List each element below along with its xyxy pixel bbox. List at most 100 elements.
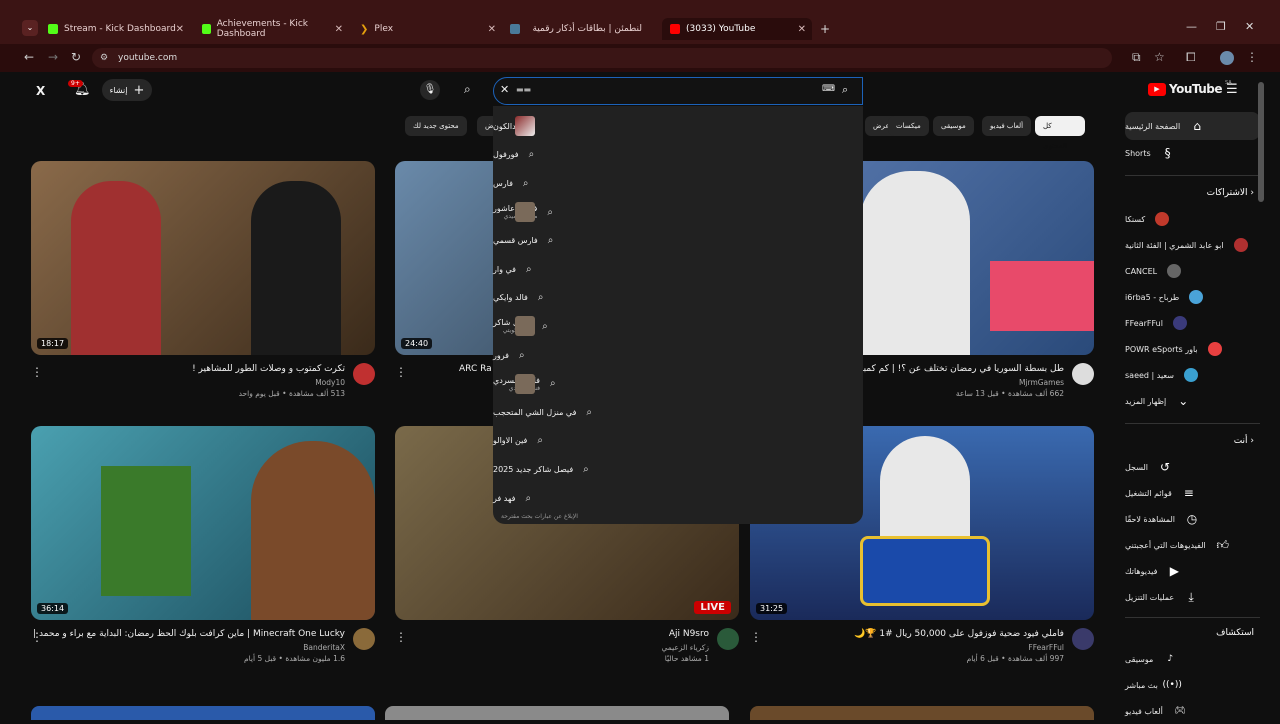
search-suggestion[interactable]: ⌕ في وار: [493, 255, 863, 284]
browser-menu-icon[interactable]: ⋮: [1246, 50, 1258, 64]
search-suggestion[interactable]: ⌕فلاح المسرديفنان سعودي: [493, 369, 863, 398]
hamburger-menu-icon[interactable]: ☰: [1226, 82, 1238, 97]
close-tab-icon[interactable]: ✕: [798, 24, 806, 35]
youtube-logo[interactable]: ▶ YouTube SA: [1148, 80, 1232, 96]
bookmark-star-icon[interactable]: ☆: [1154, 50, 1165, 64]
tab-search-icon[interactable]: ⌄: [22, 20, 38, 36]
video-thumbnail[interactable]: 36:14: [31, 426, 375, 620]
sidebar-item-home[interactable]: ⌂ الصفحة الرئيسية: [1125, 112, 1260, 140]
search-suggestion[interactable]: ⌕ فيصل شاكر جديد 2025: [493, 455, 863, 484]
create-button[interactable]: إنشاء +: [102, 79, 152, 101]
sidebar-item-explore[interactable]: ♪ موسيقى: [1125, 646, 1260, 672]
extensions-icon[interactable]: ⧠: [1186, 50, 1196, 65]
close-tab-icon[interactable]: ✕: [488, 24, 496, 35]
search-button-icon[interactable]: ⌕: [464, 82, 471, 97]
sidebar-item-explore[interactable]: 🎮︎ ألعاب فيديو: [1125, 698, 1260, 724]
search-suggestion[interactable]: ⌕ فالد وايكي: [493, 284, 863, 313]
subscriptions-list: كسنكا ابو عابد الشمري | الفئة الثانية CANC…: [1125, 206, 1260, 388]
minimize-icon[interactable]: —: [1186, 20, 1197, 33]
search-suggestion[interactable]: ⌕فيصل شاكرممثل كويتي: [493, 312, 863, 341]
browser-tab[interactable]: ❯ Plex ✕: [352, 18, 502, 40]
sidebar-subscription[interactable]: طرباح - i6rba5: [1125, 284, 1260, 310]
more-options-icon[interactable]: ⋮: [31, 365, 43, 379]
site-info-icon[interactable]: ⚙: [100, 48, 108, 68]
divider: [1125, 414, 1260, 424]
page-scrollbar[interactable]: [1258, 82, 1264, 202]
subscription-label: باور POWR eSports: [1125, 344, 1198, 354]
sidebar-subscription[interactable]: ابو عابد الشمري | الفئة الثانية: [1125, 232, 1260, 258]
search-suggestion[interactable]: ⌕ فارس قسمي: [493, 226, 863, 255]
sidebar-item-label: فيديوهاتك: [1125, 566, 1158, 576]
more-options-icon[interactable]: ⋮: [31, 630, 43, 644]
close-window-icon[interactable]: ✕: [1245, 20, 1254, 33]
url-field[interactable]: ⚙ youtube.com: [92, 48, 1112, 68]
sidebar-subscription[interactable]: باور POWR eSports: [1125, 336, 1260, 362]
search-suggestion[interactable]: ⌕ فهد فر: [493, 484, 863, 513]
report-suggestions-link[interactable]: الإبلاغ عن عبارات بحث مقترحة: [501, 513, 578, 520]
chip-all[interactable]: كل المحتوى: [1035, 116, 1085, 150]
more-options-icon[interactable]: ⋮: [750, 630, 762, 644]
channel-avatar[interactable]: [1072, 628, 1094, 650]
search-suggestion[interactable]: ⌕فارس عاشورممثل كوميدي: [493, 198, 863, 227]
restore-icon[interactable]: ❐: [1216, 20, 1226, 33]
search-icon: ⌕: [525, 263, 532, 275]
sidebar-item-you[interactable]: ▶ فيديوهاتك: [1125, 558, 1260, 584]
subscriptions-heading[interactable]: الاشتراكات ›: [1125, 182, 1260, 206]
sidebar-subscription[interactable]: CANCEL: [1125, 258, 1260, 284]
channel-avatar[interactable]: [353, 363, 375, 385]
video-thumbnail[interactable]: [750, 706, 1094, 720]
sidebar-item-explore[interactable]: ((•)) بث مباشر: [1125, 672, 1260, 698]
browser-tab[interactable]: Stream - Kick Dashboard ✕: [40, 18, 190, 40]
sidebar-item-you[interactable]: ↺ السجل: [1125, 454, 1260, 480]
search-suggestion[interactable]: ⌕دالكون: [493, 112, 863, 141]
reload-icon[interactable]: ↻: [71, 50, 81, 64]
chip[interactable]: موسيقى: [933, 116, 974, 136]
sidebar-item-you[interactable]: ≡ قوائم التشغيل: [1125, 480, 1260, 506]
you-heading[interactable]: أنت ›: [1125, 430, 1260, 454]
video-thumbnail[interactable]: [31, 706, 375, 720]
browser-tab[interactable]: ✕ لنطمئن | بطاقات أذكار رقمية: [505, 18, 660, 40]
forward-icon[interactable]: →: [48, 50, 58, 64]
sidebar-item-you[interactable]: ◷ المشاهدة لاحقًا: [1125, 506, 1260, 532]
chip[interactable]: ألعاب فيديو: [982, 116, 1032, 136]
sidebar-item-you[interactable]: ⤓ عمليات التنزيل: [1125, 584, 1260, 610]
thumbnail-figure: [71, 181, 161, 355]
back-icon[interactable]: ←: [24, 50, 34, 64]
search-input[interactable]: ✕ ▬▬ ⌨ ⌕: [493, 77, 863, 105]
browser-tab[interactable]: Achievements - Kick Dashboard ✕: [194, 18, 349, 40]
chip[interactable]: محتوى جديد لك: [405, 116, 467, 136]
browser-tab-active[interactable]: (3033) YouTube ✕: [662, 18, 812, 40]
thumbnail-graphic: [860, 536, 990, 606]
sidebar-subscription[interactable]: سعيد | saeed: [1125, 362, 1260, 388]
close-tab-icon[interactable]: ✕: [176, 24, 184, 35]
more-options-icon[interactable]: ⋮: [395, 365, 407, 379]
search-suggestion[interactable]: ⌕ فورفول: [493, 141, 863, 170]
voice-search-icon[interactable]: 🎙︎: [420, 80, 440, 100]
sidebar-subscription[interactable]: كسنكا: [1125, 206, 1260, 232]
channel-avatar[interactable]: [717, 628, 739, 650]
show-more-button[interactable]: ⌄ إظهار المزيد: [1125, 388, 1260, 414]
chip[interactable]: ميكسات: [888, 116, 929, 136]
sidebar-item-shorts[interactable]: § Shorts: [1125, 140, 1260, 166]
search-suggestion[interactable]: ⌕ فارس: [493, 169, 863, 198]
close-tab-icon[interactable]: ✕: [335, 24, 343, 35]
video-card[interactable]: 36:14 Minecraft One Lucky | ماين كرافت ب…: [31, 426, 375, 664]
channel-avatar[interactable]: [1072, 363, 1094, 385]
search-suggestion[interactable]: ⌕ فرور: [493, 341, 863, 370]
channel-avatar[interactable]: [353, 628, 375, 650]
new-tab-icon[interactable]: +: [820, 22, 830, 36]
keyboard-icon[interactable]: ⌨: [822, 84, 835, 94]
sidebar-subscription[interactable]: FFearFFul: [1125, 310, 1260, 336]
profile-avatar[interactable]: [1220, 51, 1234, 65]
video-thumbnail[interactable]: 18:17: [31, 161, 375, 355]
install-app-icon[interactable]: ⧉: [1132, 50, 1141, 65]
search-suggestion[interactable]: ⌕ فين الاوالو: [493, 427, 863, 456]
search-icon[interactable]: ⌕: [842, 83, 848, 97]
x-app-icon[interactable]: X: [36, 84, 45, 98]
search-suggestion[interactable]: ⌕ في منزل الشي المتحجب: [493, 398, 863, 427]
video-thumbnail[interactable]: [385, 706, 729, 720]
clear-search-icon[interactable]: ✕: [500, 83, 509, 96]
video-card[interactable]: 18:17 تكرت كمتوب و وصلات الطور للمشاهير …: [31, 161, 375, 399]
sidebar-item-you[interactable]: 👍︎ الفيديوهات التي أعجبتني: [1125, 532, 1260, 558]
more-options-icon[interactable]: ⋮: [395, 630, 407, 644]
